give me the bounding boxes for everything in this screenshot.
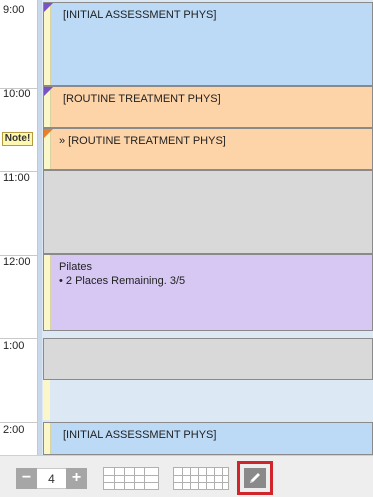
time-label-2: 2:00: [3, 424, 25, 436]
appointment-label: » [ROUTINE TREATMENT PHYS]: [59, 135, 226, 147]
blocked-time-slot[interactable]: [43, 170, 373, 254]
appointment-initial-assessment[interactable]: [INITIAL ASSESSMENT PHYS]: [43, 2, 373, 86]
edit-button[interactable]: [244, 468, 266, 488]
appointment-status-strip: [44, 423, 51, 454]
availability-strip: [43, 380, 50, 420]
appointment-corner-marker: [44, 87, 53, 96]
hour-divider: [0, 422, 37, 423]
increase-columns-button[interactable]: +: [66, 468, 87, 489]
column-count-field[interactable]: 4: [37, 468, 66, 489]
class-pilates[interactable]: Pilates • 2 Places Remaining. 3/5: [43, 254, 373, 331]
time-label-1: 1:00: [3, 340, 25, 352]
time-gutter: 9:00 10:00 11:00 12:00 1:00 2:00 Note!: [0, 0, 38, 455]
calendar-toolbar: − 4 +: [0, 455, 373, 497]
appointment-routine-treatment-continued[interactable]: » [ROUTINE TREATMENT PHYS]: [43, 128, 373, 170]
class-places-remaining: • 2 Places Remaining. 3/5: [59, 275, 186, 287]
appointment-corner-marker: [44, 3, 53, 12]
decrease-columns-button[interactable]: −: [16, 468, 37, 489]
appointment-status-strip: [44, 255, 51, 330]
blocked-time-slot[interactable]: [43, 338, 373, 380]
note-badge[interactable]: Note!: [2, 132, 33, 146]
time-label-11: 11:00: [3, 172, 30, 184]
week-view-icon[interactable]: [103, 467, 159, 490]
month-view-icon[interactable]: [173, 467, 229, 490]
appointment-status-strip: [44, 3, 51, 85]
time-label-9: 9:00: [3, 4, 25, 16]
appointment-corner-marker: [44, 129, 53, 138]
appointment-label: [ROUTINE TREATMENT PHYS]: [63, 93, 221, 105]
time-label-12: 12:00: [3, 256, 31, 268]
appointment-routine-treatment[interactable]: [ROUTINE TREATMENT PHYS]: [43, 86, 373, 128]
appointment-label: [INITIAL ASSESSMENT PHYS]: [63, 429, 217, 441]
hour-divider: [0, 338, 37, 339]
pencil-icon: [250, 473, 260, 483]
time-label-10: 10:00: [3, 88, 31, 100]
appointment-label: [INITIAL ASSESSMENT PHYS]: [63, 9, 217, 21]
appointment-initial-assessment[interactable]: [INITIAL ASSESSMENT PHYS]: [43, 422, 373, 455]
column-left-strip: [38, 0, 42, 455]
class-title: Pilates: [59, 261, 93, 273]
